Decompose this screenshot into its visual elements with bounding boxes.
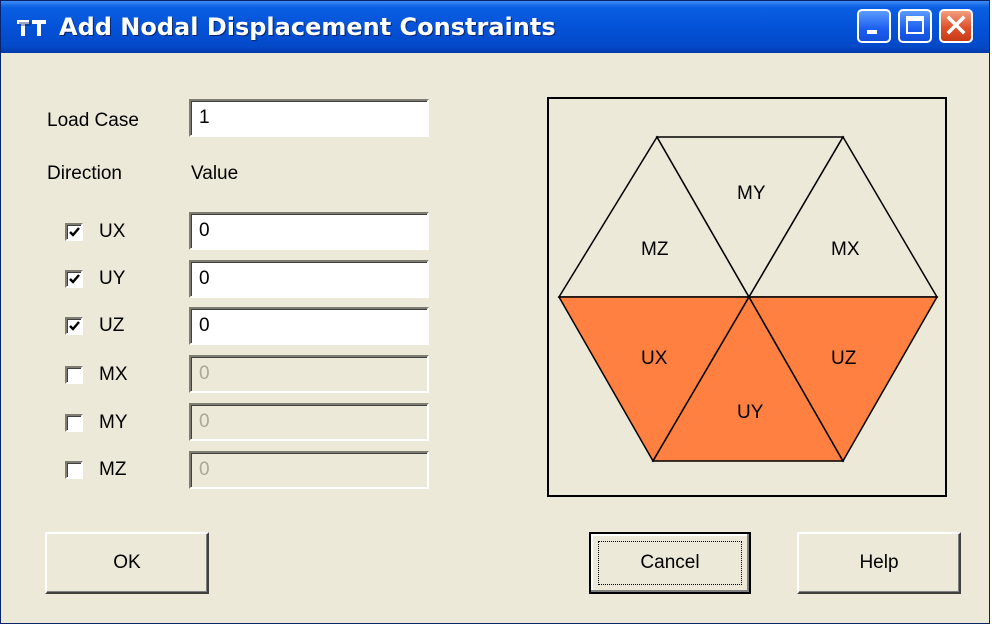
uz-checkbox[interactable] [65,317,83,335]
maximize-button[interactable] [898,9,932,43]
focus-ring [598,541,742,585]
ux-checkbox[interactable] [65,223,83,241]
maximize-icon [906,16,924,34]
close-button[interactable] [939,9,973,43]
ux-value-input[interactable]: 0 [189,212,429,250]
checkmark-icon [69,321,80,331]
direction-header: Direction [47,163,122,184]
help-button-label: Help [859,552,899,573]
uy-value-input[interactable]: 0 [189,260,429,298]
checkmark-icon [69,227,80,237]
diagram-label-mx: MX [831,239,860,260]
ux-label: UX [99,221,126,242]
cancel-button[interactable]: Cancel [589,532,751,594]
help-button[interactable]: Help [797,532,961,594]
uy-checkbox[interactable] [65,270,83,288]
diagram-label-mz: MZ [641,239,669,260]
load-case-label: Load Case [47,110,139,131]
diagram-label-ux: UX [641,348,668,369]
minimize-icon [867,30,877,34]
diagram-label-uy: UY [737,402,764,423]
uz-label: UZ [99,315,125,336]
mz-checkbox[interactable] [65,461,83,479]
close-icon [946,15,966,35]
direction-diagram: MY MZ MX UX UZ UY [547,97,947,497]
minimize-button[interactable] [857,9,891,43]
ok-button-label: OK [113,552,141,573]
mx-value-input: 0 [189,355,429,393]
mx-checkbox[interactable] [65,366,83,384]
mz-value-input: 0 [189,451,429,489]
ok-button[interactable]: OK [45,532,209,594]
mz-label: MZ [99,459,127,480]
my-label: MY [99,412,128,433]
uy-label: UY [99,268,126,289]
diagram-label-uz: UZ [831,348,857,369]
value-header: Value [191,163,239,184]
checkmark-icon [69,274,80,284]
mx-label: MX [99,364,128,385]
uz-value-input[interactable]: 0 [189,307,429,345]
title-bar[interactable]: Add Nodal Displacement Constraints [1,1,989,53]
diagram-label-my: MY [737,183,766,204]
my-checkbox[interactable] [65,414,83,432]
app-icon [17,20,46,36]
load-case-input[interactable]: 1 [189,99,429,137]
window-title: Add Nodal Displacement Constraints [59,13,556,41]
dialog-window: Add Nodal Displacement Constraints Load … [0,0,990,624]
my-value-input: 0 [189,403,429,441]
